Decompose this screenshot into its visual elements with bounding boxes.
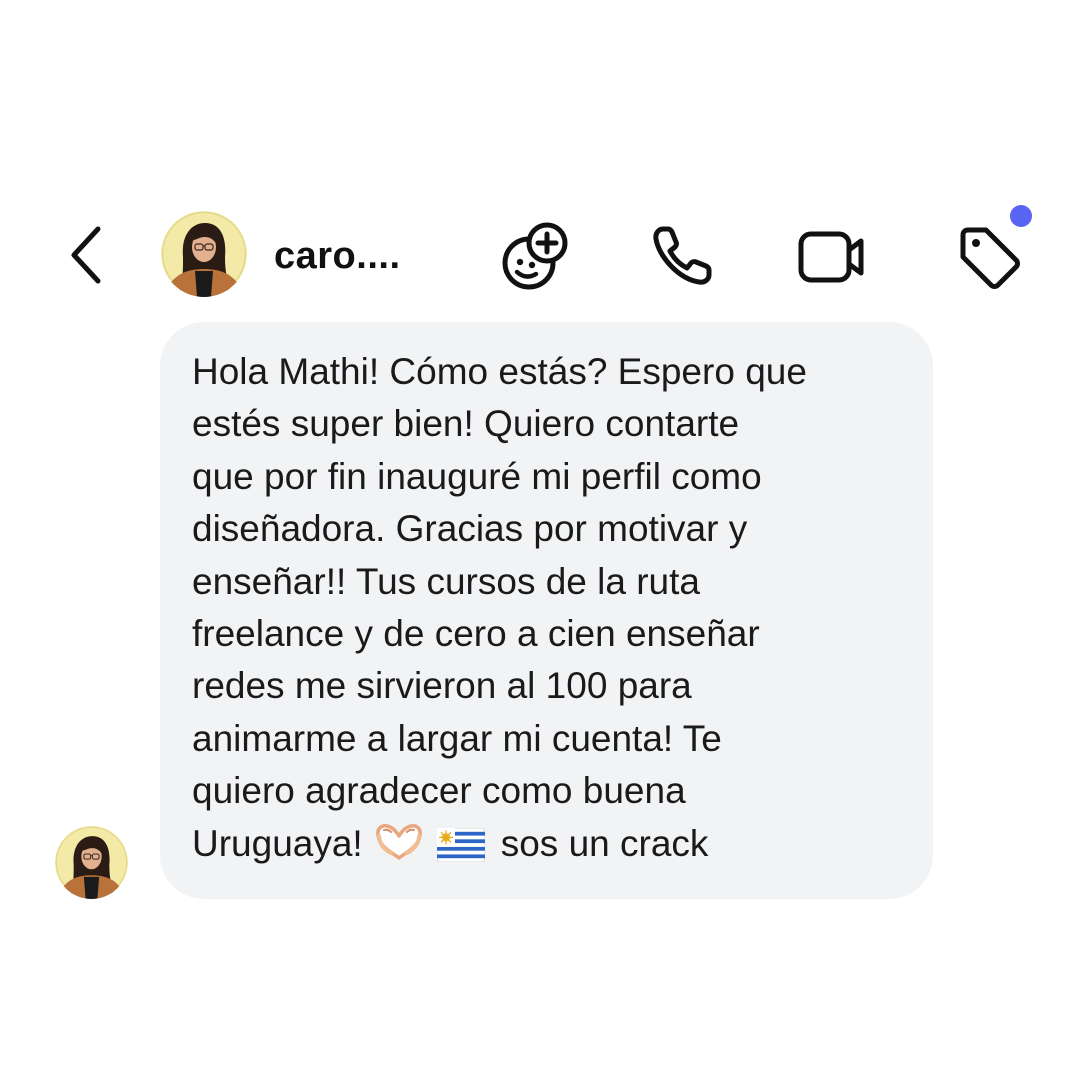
- profile-photo-icon: [55, 826, 128, 899]
- back-button[interactable]: [60, 224, 112, 286]
- call-button[interactable]: [644, 218, 720, 294]
- message-line: Hola Mathi! Cómo estás? Espero que: [192, 351, 807, 392]
- video-call-button[interactable]: [794, 218, 870, 294]
- uruguay-flag-emoji: [436, 824, 486, 876]
- chat-header: caro....: [0, 200, 1080, 310]
- message-line: que por fin inauguré mi perfil como: [192, 455, 762, 497]
- message-line: quiero agradecer como buena: [192, 770, 686, 812]
- message-line-start: Uruguaya!: [192, 822, 363, 864]
- dm-screen: caro.... Hola Mathi! Cómo estás? Espero …: [0, 0, 1080, 1080]
- message-line: estés super bien! Quiero contarte: [192, 403, 740, 445]
- effects-button[interactable]: [498, 218, 574, 294]
- contact-name[interactable]: caro....: [274, 234, 401, 278]
- heart-hands-emoji: [373, 822, 425, 876]
- phone-icon: [653, 226, 712, 285]
- notification-dot: [1010, 205, 1032, 227]
- message-line: animarme a largar mi cuenta! Te: [192, 717, 722, 759]
- sender-avatar[interactable]: [55, 826, 128, 899]
- message-line: diseñadora. Gracias por motivar y: [192, 508, 748, 550]
- profile-photo-icon: [161, 211, 247, 297]
- message-line: freelance y de cero a cien enseñar: [192, 612, 760, 654]
- message-line: enseñar!! Tus cursos de la ruta: [192, 560, 700, 602]
- message-line: redes me sirvieron al 100 para: [192, 665, 692, 707]
- message-last-line: Uruguaya! sos un crack: [192, 818, 912, 870]
- contact-avatar[interactable]: [161, 211, 247, 297]
- message-line-end: sos un crack: [500, 822, 709, 864]
- tag-icon: [960, 227, 1020, 289]
- video-camera-icon: [798, 231, 864, 283]
- message-text: Hola Mathi! Cómo estás? Espero que estés…: [192, 346, 912, 870]
- tag-button[interactable]: [950, 218, 1026, 294]
- sticker-effects-icon: [502, 222, 568, 290]
- chevron-left-icon: [71, 226, 101, 284]
